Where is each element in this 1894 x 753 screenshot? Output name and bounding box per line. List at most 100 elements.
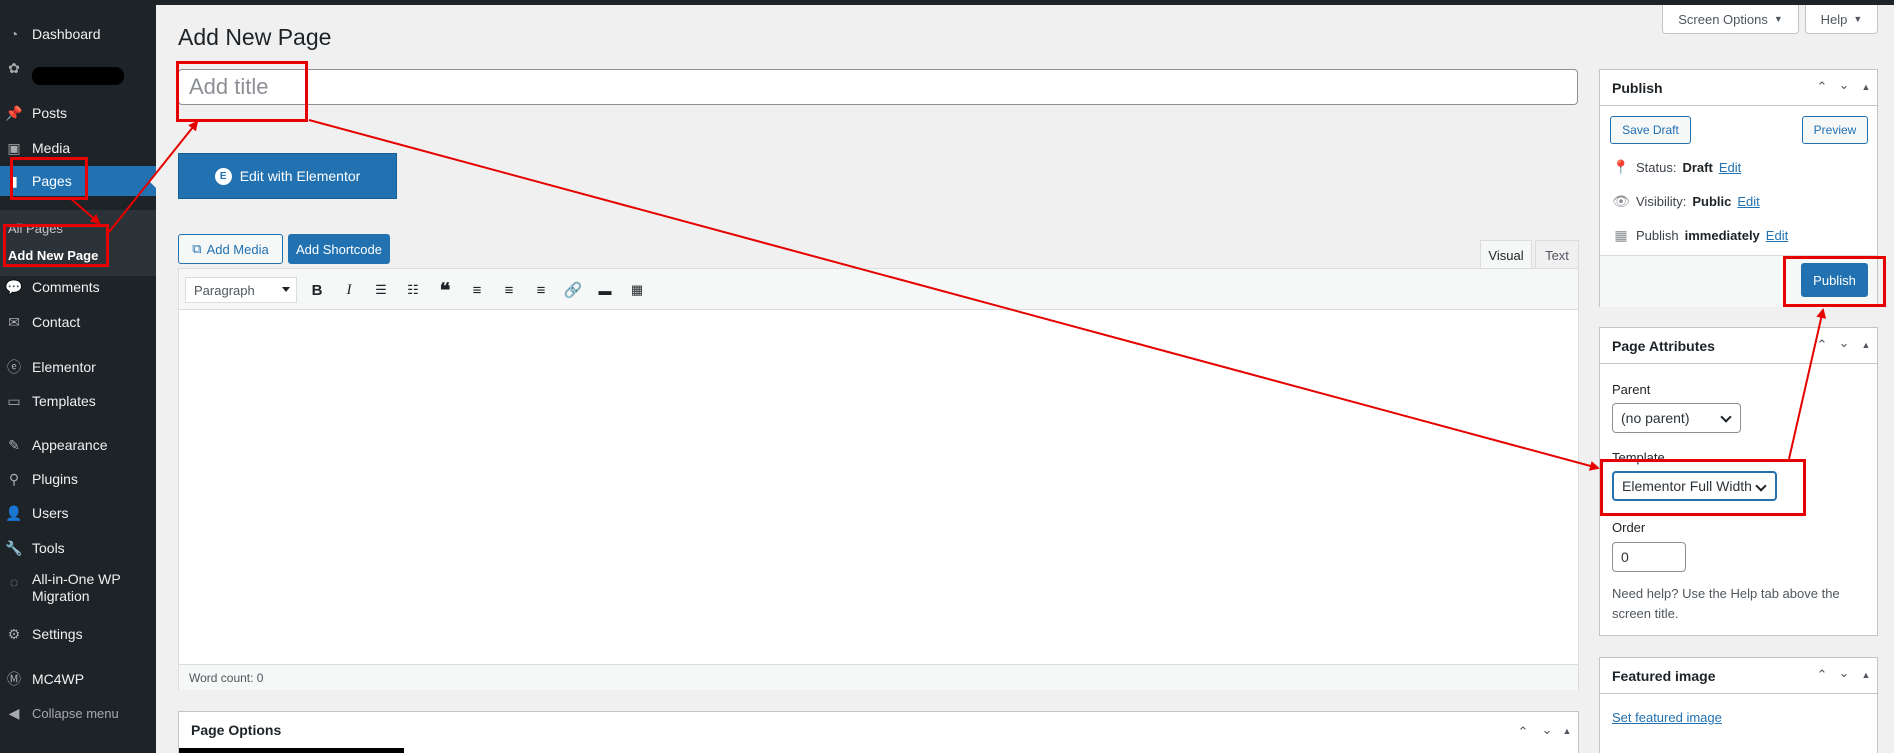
schedule-edit-link[interactable]: Edit [1766, 228, 1788, 243]
sidebar-item-elementor[interactable]: ⓔ Elementor [0, 352, 156, 382]
sidebar-item-settings[interactable]: ⚙ Settings [0, 619, 156, 649]
sidebar-item-label: Dashboard [32, 26, 101, 42]
word-count: Word count: 0 [179, 664, 1578, 690]
sidebar-item-tools[interactable]: 🔧 Tools [0, 533, 156, 563]
add-shortcode-button[interactable]: Add Shortcode [288, 234, 390, 264]
pin-icon: 📍 [1612, 159, 1630, 175]
admin-sidebar: ◔ Dashboard ✿ 📌 Posts ▣ Media ▮ Pages Al… [0, 5, 156, 753]
sidebar-item-label: Appearance [32, 437, 108, 453]
submenu-all-pages[interactable]: All Pages [8, 221, 63, 236]
sidebar-item-pages[interactable]: ▮ Pages [0, 166, 156, 196]
save-draft-button[interactable]: Save Draft [1610, 116, 1691, 144]
add-shortcode-label: Add Shortcode [295, 241, 382, 257]
move-up-icon[interactable]: ⌃ [1815, 337, 1829, 352]
chevron-down-icon [1755, 480, 1767, 492]
wrench-icon: 🔧 [5, 539, 23, 556]
gear-icon: ✿ [8, 59, 20, 76]
toggle-panel-icon[interactable]: ▲ [1560, 724, 1574, 738]
template-select[interactable]: Elementor Full Width [1612, 471, 1777, 501]
help-label: Help [1820, 11, 1848, 27]
status-edit-link[interactable]: Edit [1719, 160, 1741, 175]
sidebar-item-mc4wp[interactable]: Ⓜ MC4WP [0, 664, 156, 694]
sidebar-item-comments[interactable]: 💬 Comments [0, 272, 156, 302]
title-input[interactable] [178, 69, 1578, 105]
format-select[interactable]: Paragraph [185, 277, 297, 303]
move-down-icon[interactable]: ⌄ [1837, 77, 1851, 92]
editor-toolbar: Paragraph B I ☰ ☷ ❝ ≡ ≡ ≡ 🔗 ▬ ▦ [179, 269, 1578, 310]
toggle-panel-icon[interactable]: ▲ [1859, 338, 1873, 352]
user-icon: 👤 [5, 504, 23, 521]
align-center-icon[interactable]: ≡ [497, 278, 521, 302]
move-up-icon[interactable]: ⌃ [1815, 667, 1829, 682]
preview-button[interactable]: Preview [1802, 116, 1868, 144]
submenu-add-new-page[interactable]: Add New Page [8, 248, 98, 263]
move-up-icon[interactable]: ⌃ [1516, 724, 1530, 739]
status-row: 📍 Status: Draft Edit [1612, 159, 1741, 176]
toolbar-toggle-icon[interactable]: ▦ [625, 278, 649, 302]
publish-button[interactable]: Publish [1801, 263, 1868, 297]
sidebar-item-templates[interactable]: ▭ Templates [0, 386, 156, 416]
pages-submenu: All Pages Add New Page [0, 210, 156, 276]
move-down-icon[interactable]: ⌄ [1837, 665, 1851, 680]
publish-box-title: Publish [1600, 70, 1877, 106]
visibility-edit-link[interactable]: Edit [1737, 194, 1759, 209]
parent-select[interactable]: (no parent) [1612, 403, 1741, 433]
toggle-panel-icon[interactable]: ▲ [1859, 80, 1873, 94]
bullet-list-icon[interactable]: ☰ [369, 278, 393, 302]
mc4wp-icon: Ⓜ [7, 671, 21, 687]
tab-text[interactable]: Text [1535, 240, 1579, 269]
tab-visual[interactable]: Visual [1480, 240, 1532, 269]
move-down-icon[interactable]: ⌄ [1540, 722, 1554, 737]
pin-icon: 📌 [5, 104, 23, 121]
sidebar-item-all-in-one-wp-migration[interactable]: ◌ All-in-One WP Migration [0, 571, 156, 613]
collapse-menu-button[interactable]: ◀ Collapse menu [0, 698, 156, 728]
align-left-icon[interactable]: ≡ [465, 278, 489, 302]
edit-with-elementor-button[interactable]: E Edit with Elementor [178, 153, 397, 199]
toggle-panel-icon[interactable]: ▲ [1859, 668, 1873, 682]
visibility-row: 👁 Visibility: Public Edit [1612, 193, 1760, 210]
sidebar-item-label: Pages [32, 173, 72, 189]
publish-box: Publish ⌃ ⌄ ▲ Save Draft Preview 📍 Statu… [1599, 69, 1878, 307]
link-icon[interactable]: 🔗 [561, 278, 585, 302]
tab-visual-label: Visual [1488, 247, 1524, 263]
sidebar-item-posts[interactable]: 📌 Posts [0, 98, 156, 128]
sidebar-item-media[interactable]: ▣ Media [0, 133, 156, 163]
plugin-icon: ⚲ [8, 470, 20, 487]
bold-icon[interactable]: B [305, 278, 329, 302]
sidebar-item-users[interactable]: 👤 Users [0, 498, 156, 528]
publish-label: Publish [1636, 228, 1679, 243]
sidebar-item-label: Plugins [32, 471, 78, 487]
status-value: Draft [1682, 160, 1713, 175]
parent-select-value: (no parent) [1621, 410, 1690, 426]
sidebar-item-label: MC4WP [32, 671, 85, 687]
sidebar-item-plugins[interactable]: ⚲ Plugins [0, 464, 156, 494]
parent-label: Parent [1612, 382, 1651, 397]
blockquote-icon[interactable]: ❝ [433, 278, 457, 302]
numbered-list-icon[interactable]: ☷ [401, 278, 425, 302]
sidebar-item-contact[interactable]: ✉ Contact [0, 307, 156, 337]
move-down-icon[interactable]: ⌄ [1837, 335, 1851, 350]
help-button[interactable]: Help ▼ [1805, 5, 1878, 34]
set-featured-image-link[interactable]: Set featured image [1612, 710, 1722, 725]
page-attributes-box: Page Attributes ⌃ ⌄ ▲ Parent (no parent)… [1599, 327, 1878, 636]
read-more-icon[interactable]: ▬ [593, 278, 617, 302]
publish-button-label: Publish [1813, 272, 1856, 288]
order-input[interactable]: 0 [1612, 542, 1686, 572]
screen-options-button[interactable]: Screen Options ▼ [1662, 5, 1799, 34]
italic-icon[interactable]: I [337, 278, 361, 302]
content-editor[interactable]: Paragraph B I ☰ ☷ ❝ ≡ ≡ ≡ 🔗 ▬ ▦ Word cou… [178, 268, 1579, 690]
add-media-button[interactable]: ⧉ Add Media [178, 234, 283, 264]
schedule-row: ▦ Publish immediately Edit [1612, 227, 1788, 244]
brush-icon: ✎ [8, 436, 20, 453]
page-options-strip [179, 748, 404, 753]
sidebar-item-dashboard[interactable]: ◔ Dashboard [0, 19, 156, 49]
eye-icon: 👁 [1612, 193, 1630, 209]
migration-icon: ◌ [9, 574, 19, 590]
sidebar-item-appearance[interactable]: ✎ Appearance [0, 430, 156, 460]
align-right-icon[interactable]: ≡ [529, 278, 553, 302]
move-up-icon[interactable]: ⌃ [1815, 79, 1829, 94]
order-label: Order [1612, 520, 1646, 535]
folder-icon: ▭ [7, 392, 21, 409]
sidebar-item-label: Users [32, 505, 69, 521]
sidebar-item-label: Elementor [32, 359, 96, 375]
